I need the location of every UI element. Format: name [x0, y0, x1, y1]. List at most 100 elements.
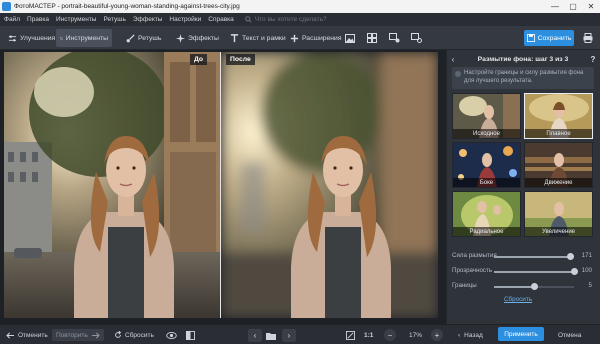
menu-edit[interactable]: Правка	[27, 16, 49, 23]
slider-label: Границы	[452, 282, 477, 289]
tab-label: Ретушь	[138, 34, 162, 42]
sliders-icon	[8, 35, 17, 41]
thumb-zoom[interactable]: Увеличение	[524, 191, 593, 237]
cancel-button[interactable]: Отмена	[558, 329, 581, 341]
tab-tools[interactable]: Инструменты	[56, 29, 112, 47]
grid-icon[interactable]	[364, 30, 380, 46]
close-button[interactable]: ✕	[582, 0, 600, 13]
reset-button[interactable]: Сбросить	[114, 329, 154, 341]
tab-label: Улучшения	[20, 34, 56, 42]
info-icon	[455, 71, 461, 77]
print-icon[interactable]	[580, 30, 596, 46]
before-photo[interactable]	[4, 52, 220, 318]
folder-icon[interactable]	[262, 329, 280, 342]
zoom-in-button[interactable]: +	[431, 329, 443, 341]
tab-label: Расширения	[302, 34, 342, 42]
slider-value: 100	[581, 267, 592, 274]
search-icon	[244, 16, 252, 23]
zoom-out-button[interactable]: −	[384, 329, 396, 341]
help-icon[interactable]: ?	[586, 55, 600, 64]
tab-improvements[interactable]: Улучшения	[4, 29, 59, 47]
next-image-button[interactable]: ›	[282, 329, 296, 342]
chevron-left-icon: ‹	[458, 331, 461, 339]
eye-icon[interactable]	[166, 329, 180, 341]
hint-text: Настройте границы и силу размытия фона д…	[464, 70, 584, 84]
before-label: До	[190, 54, 208, 65]
tab-text-frames[interactable]: Текст и рамки	[226, 29, 290, 47]
slider-track[interactable]	[494, 268, 578, 275]
slider-label: Прозрачность	[452, 267, 493, 274]
menu-settings[interactable]: Настройки	[169, 16, 201, 23]
layers-settings-icon[interactable]	[386, 30, 402, 46]
image-icon[interactable]	[342, 30, 358, 46]
panel-back-icon[interactable]: ‹	[446, 55, 460, 64]
menu-retouch[interactable]: Ретушь	[103, 16, 125, 23]
tab-extensions[interactable]: Расширения	[286, 29, 346, 47]
thumb-label: Движение	[525, 178, 592, 187]
command-search[interactable]: Что вы хотите сделать?	[244, 16, 327, 23]
tab-label: Эффекты	[188, 34, 219, 42]
thumb-radial[interactable]: Радиальное	[452, 191, 521, 237]
minus-icon: −	[387, 330, 393, 340]
back-label: Назад	[464, 331, 483, 339]
menu-tools[interactable]: Инструменты	[56, 16, 97, 23]
apply-button[interactable]: Применить	[498, 327, 544, 341]
slider-value: 5	[588, 282, 592, 289]
save-button[interactable]: Сохранить	[524, 30, 574, 46]
reset-label: Сбросить	[125, 331, 154, 339]
redo-icon	[91, 332, 100, 338]
thumb-smooth[interactable]: Плавное	[524, 93, 593, 139]
reset-settings-link[interactable]: Сбросить	[504, 296, 532, 303]
slider-value: 171	[581, 252, 592, 259]
thumb-label: Радиальное	[453, 227, 520, 236]
undo-label: Отменить	[18, 331, 48, 339]
minimize-button[interactable]: —	[546, 0, 564, 13]
sparkle-icon	[176, 33, 185, 43]
menu-bar: Файл Правка Инструменты Ретушь Эффекты Н…	[0, 13, 600, 26]
slider-track[interactable]	[494, 253, 574, 260]
text-icon	[230, 33, 239, 42]
history-icon[interactable]	[408, 30, 424, 46]
thumb-label: Боке	[453, 178, 520, 187]
thumb-motion[interactable]: Движение	[524, 142, 593, 188]
redo-button[interactable]: Повторить	[52, 329, 104, 341]
menu-effects[interactable]: Эффекты	[133, 16, 163, 23]
actual-size-button[interactable]: 1:1	[364, 329, 373, 341]
chevron-left-icon: ‹	[253, 331, 257, 340]
slider-track[interactable]	[494, 283, 574, 290]
tab-label: Инструменты	[65, 34, 108, 42]
zoom-level: 17%	[409, 331, 423, 339]
chevron-right-icon: ›	[287, 331, 291, 340]
plus-icon	[290, 34, 299, 42]
panel-hint: Настройте границы и силу размытия фона д…	[452, 67, 594, 89]
compare-icon[interactable]	[186, 329, 198, 341]
maximize-button[interactable]: ▢	[564, 0, 582, 13]
slider-knob[interactable]	[531, 283, 538, 290]
slider-knob[interactable]	[571, 268, 578, 275]
save-label: Сохранить	[537, 34, 572, 42]
tab-retouch[interactable]: Ретушь	[122, 29, 165, 47]
title-bar: ФотоМАСТЕР - portrait-beautiful-young-wo…	[0, 0, 600, 13]
cancel-label: Отмена	[558, 331, 582, 339]
undo-button[interactable]: Отменить	[6, 329, 48, 341]
panel-title: Размытие фона: шаг 3 из 3	[477, 55, 569, 63]
plus-icon: +	[434, 330, 440, 340]
slider-opacity[interactable]: Прозрачность 100	[452, 267, 592, 277]
tab-label: Текст и рамки	[242, 34, 286, 42]
search-placeholder: Что вы хотите сделать?	[254, 16, 327, 23]
slider-edges[interactable]: Границы 5	[452, 282, 592, 292]
slider-knob[interactable]	[567, 253, 574, 260]
menu-help[interactable]: Справка	[208, 16, 234, 23]
fit-screen-icon[interactable]	[346, 329, 358, 341]
menu-file[interactable]: Файл	[4, 16, 20, 23]
prev-image-button[interactable]: ‹	[248, 329, 262, 342]
slider-blur-strength[interactable]: Сила размытия 171	[452, 252, 592, 262]
compare-divider[interactable]	[220, 52, 221, 318]
thumb-bokeh[interactable]: Боке	[452, 142, 521, 188]
after-label: После	[226, 54, 255, 65]
after-photo[interactable]	[221, 52, 438, 318]
back-button[interactable]: ‹ Назад	[458, 329, 483, 341]
thumb-original[interactable]: Исходное	[452, 93, 521, 139]
reset-icon	[115, 331, 122, 338]
tab-effects[interactable]: Эффекты	[172, 29, 223, 47]
